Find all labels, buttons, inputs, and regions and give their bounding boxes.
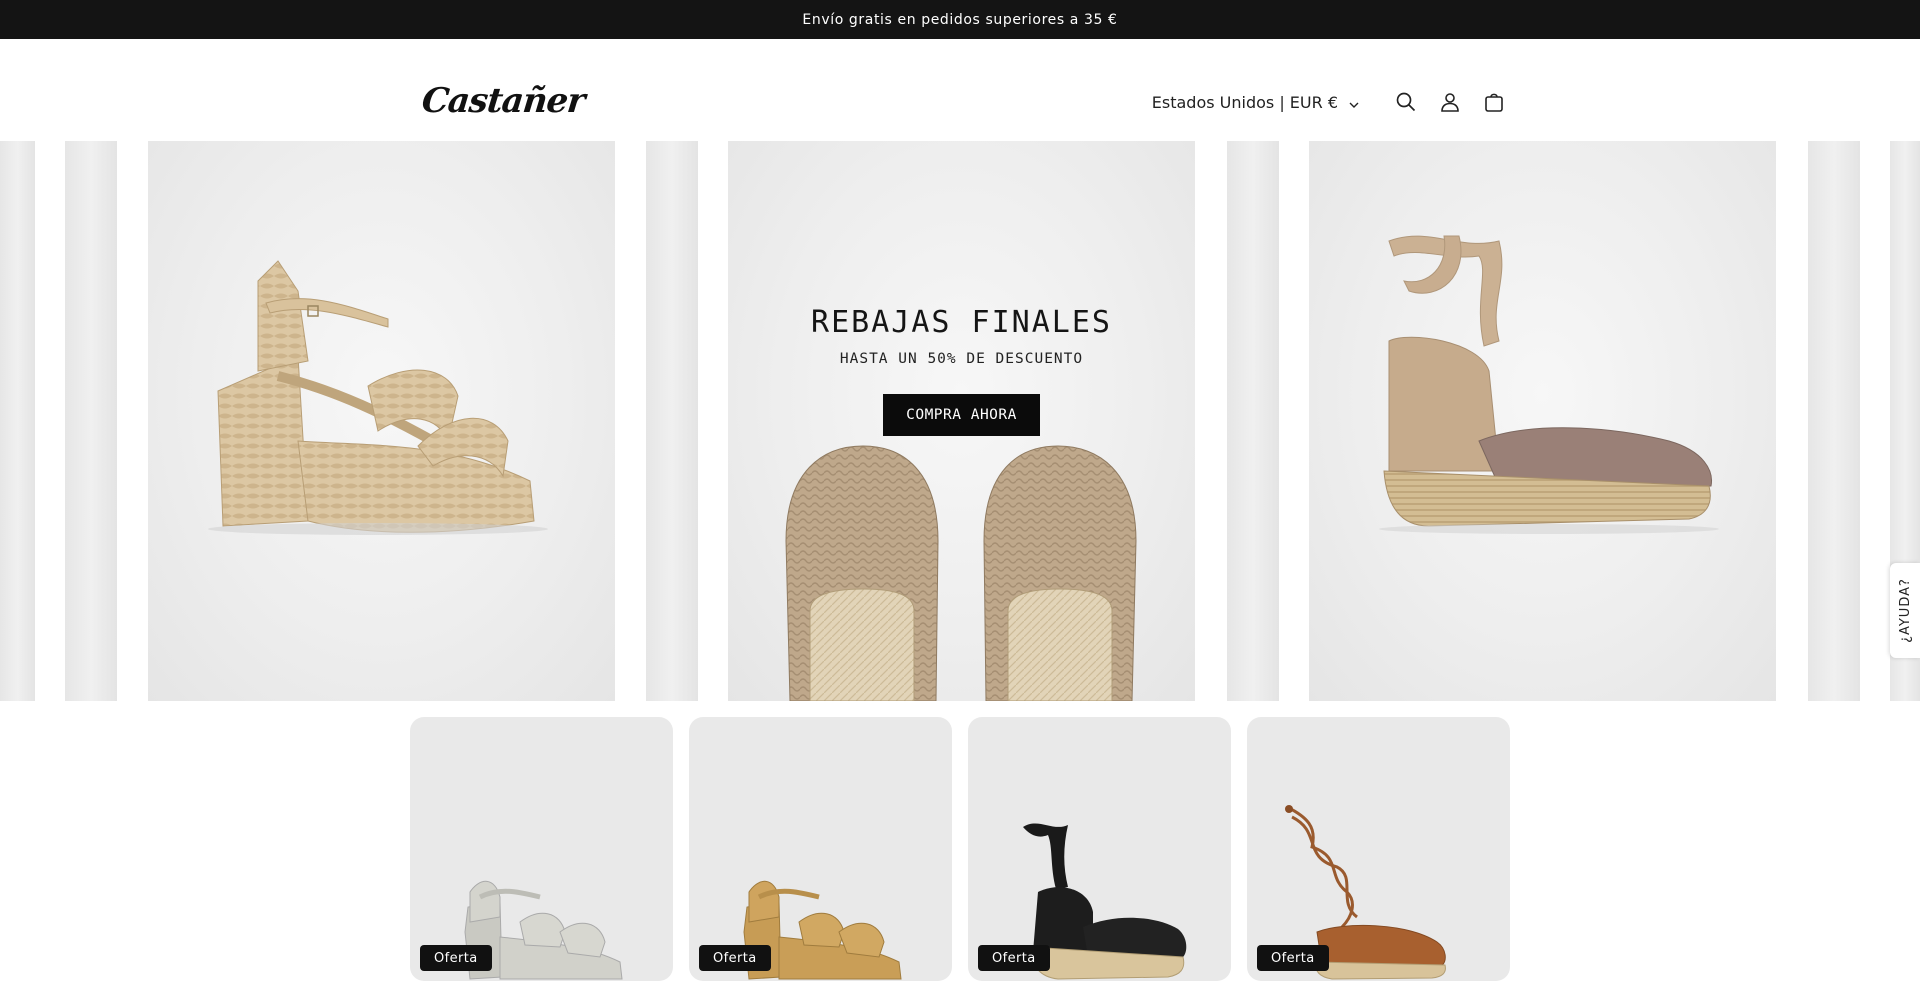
promo-title: REBAJAS FINALES <box>811 305 1112 340</box>
product-card[interactable]: Oferta <box>968 717 1231 981</box>
slide-platform-sandal[interactable] <box>148 141 615 701</box>
sale-badge: Oferta <box>699 945 771 971</box>
header-actions: Estados Unidos | EUR € <box>1152 85 1506 119</box>
slide-edge <box>646 141 698 701</box>
chevron-down-icon <box>1348 96 1360 108</box>
wedge-espadrille-image <box>1379 235 1719 534</box>
gold-platform-sandal-image <box>743 880 902 980</box>
sale-badge: Oferta <box>978 945 1050 971</box>
promo-subtitle: HASTA UN 50% DE DESCUENTO <box>839 351 1084 367</box>
help-tab[interactable]: ¿AYUDA? <box>1890 563 1920 658</box>
country-selector[interactable]: Estados Unidos | EUR € <box>1152 93 1360 112</box>
hero-slider[interactable]: REBAJAS FINALES HASTA UN 50% DE DESCUENT… <box>0 141 1920 701</box>
brand-logo[interactable]: Castañer <box>420 81 586 121</box>
help-tab-label: ¿AYUDA? <box>1897 578 1913 643</box>
product-grid: Oferta Oferta Oferta Oferta <box>410 717 1510 981</box>
slide-edge <box>1808 141 1860 701</box>
brown-lace-espadrille-image <box>1285 805 1446 980</box>
product-card[interactable]: Oferta <box>689 717 952 981</box>
account-icon[interactable] <box>1438 90 1462 114</box>
slide-edge <box>65 141 117 701</box>
country-selector-label: Estados Unidos | EUR € <box>1151 92 1338 112</box>
search-icon[interactable] <box>1394 90 1418 114</box>
slide-promo[interactable]: REBAJAS FINALES HASTA UN 50% DE DESCUENT… <box>728 141 1195 701</box>
sale-badge: Oferta <box>1257 945 1329 971</box>
shop-now-button[interactable]: COMPRA AHORA <box>883 394 1040 436</box>
product-card[interactable]: Oferta <box>1247 717 1510 981</box>
slide-edge <box>0 141 35 701</box>
platform-sandal-image <box>208 260 548 535</box>
slide-wedge-espadrille[interactable] <box>1309 141 1776 701</box>
announcement-bar: Envío gratis en pedidos superiores a 35 … <box>0 0 1920 39</box>
announcement-text: Envío gratis en pedidos superiores a 35 … <box>802 11 1118 28</box>
black-wedge-espadrille-image <box>1023 823 1187 980</box>
slide-edge <box>1227 141 1279 701</box>
silver-platform-sandal-image <box>464 880 623 980</box>
product-card[interactable]: Oferta <box>410 717 673 981</box>
cart-icon[interactable] <box>1482 90 1506 114</box>
sale-badge: Oferta <box>420 945 492 971</box>
site-header: Castañer Estados Unidos | EUR € <box>0 39 1920 141</box>
